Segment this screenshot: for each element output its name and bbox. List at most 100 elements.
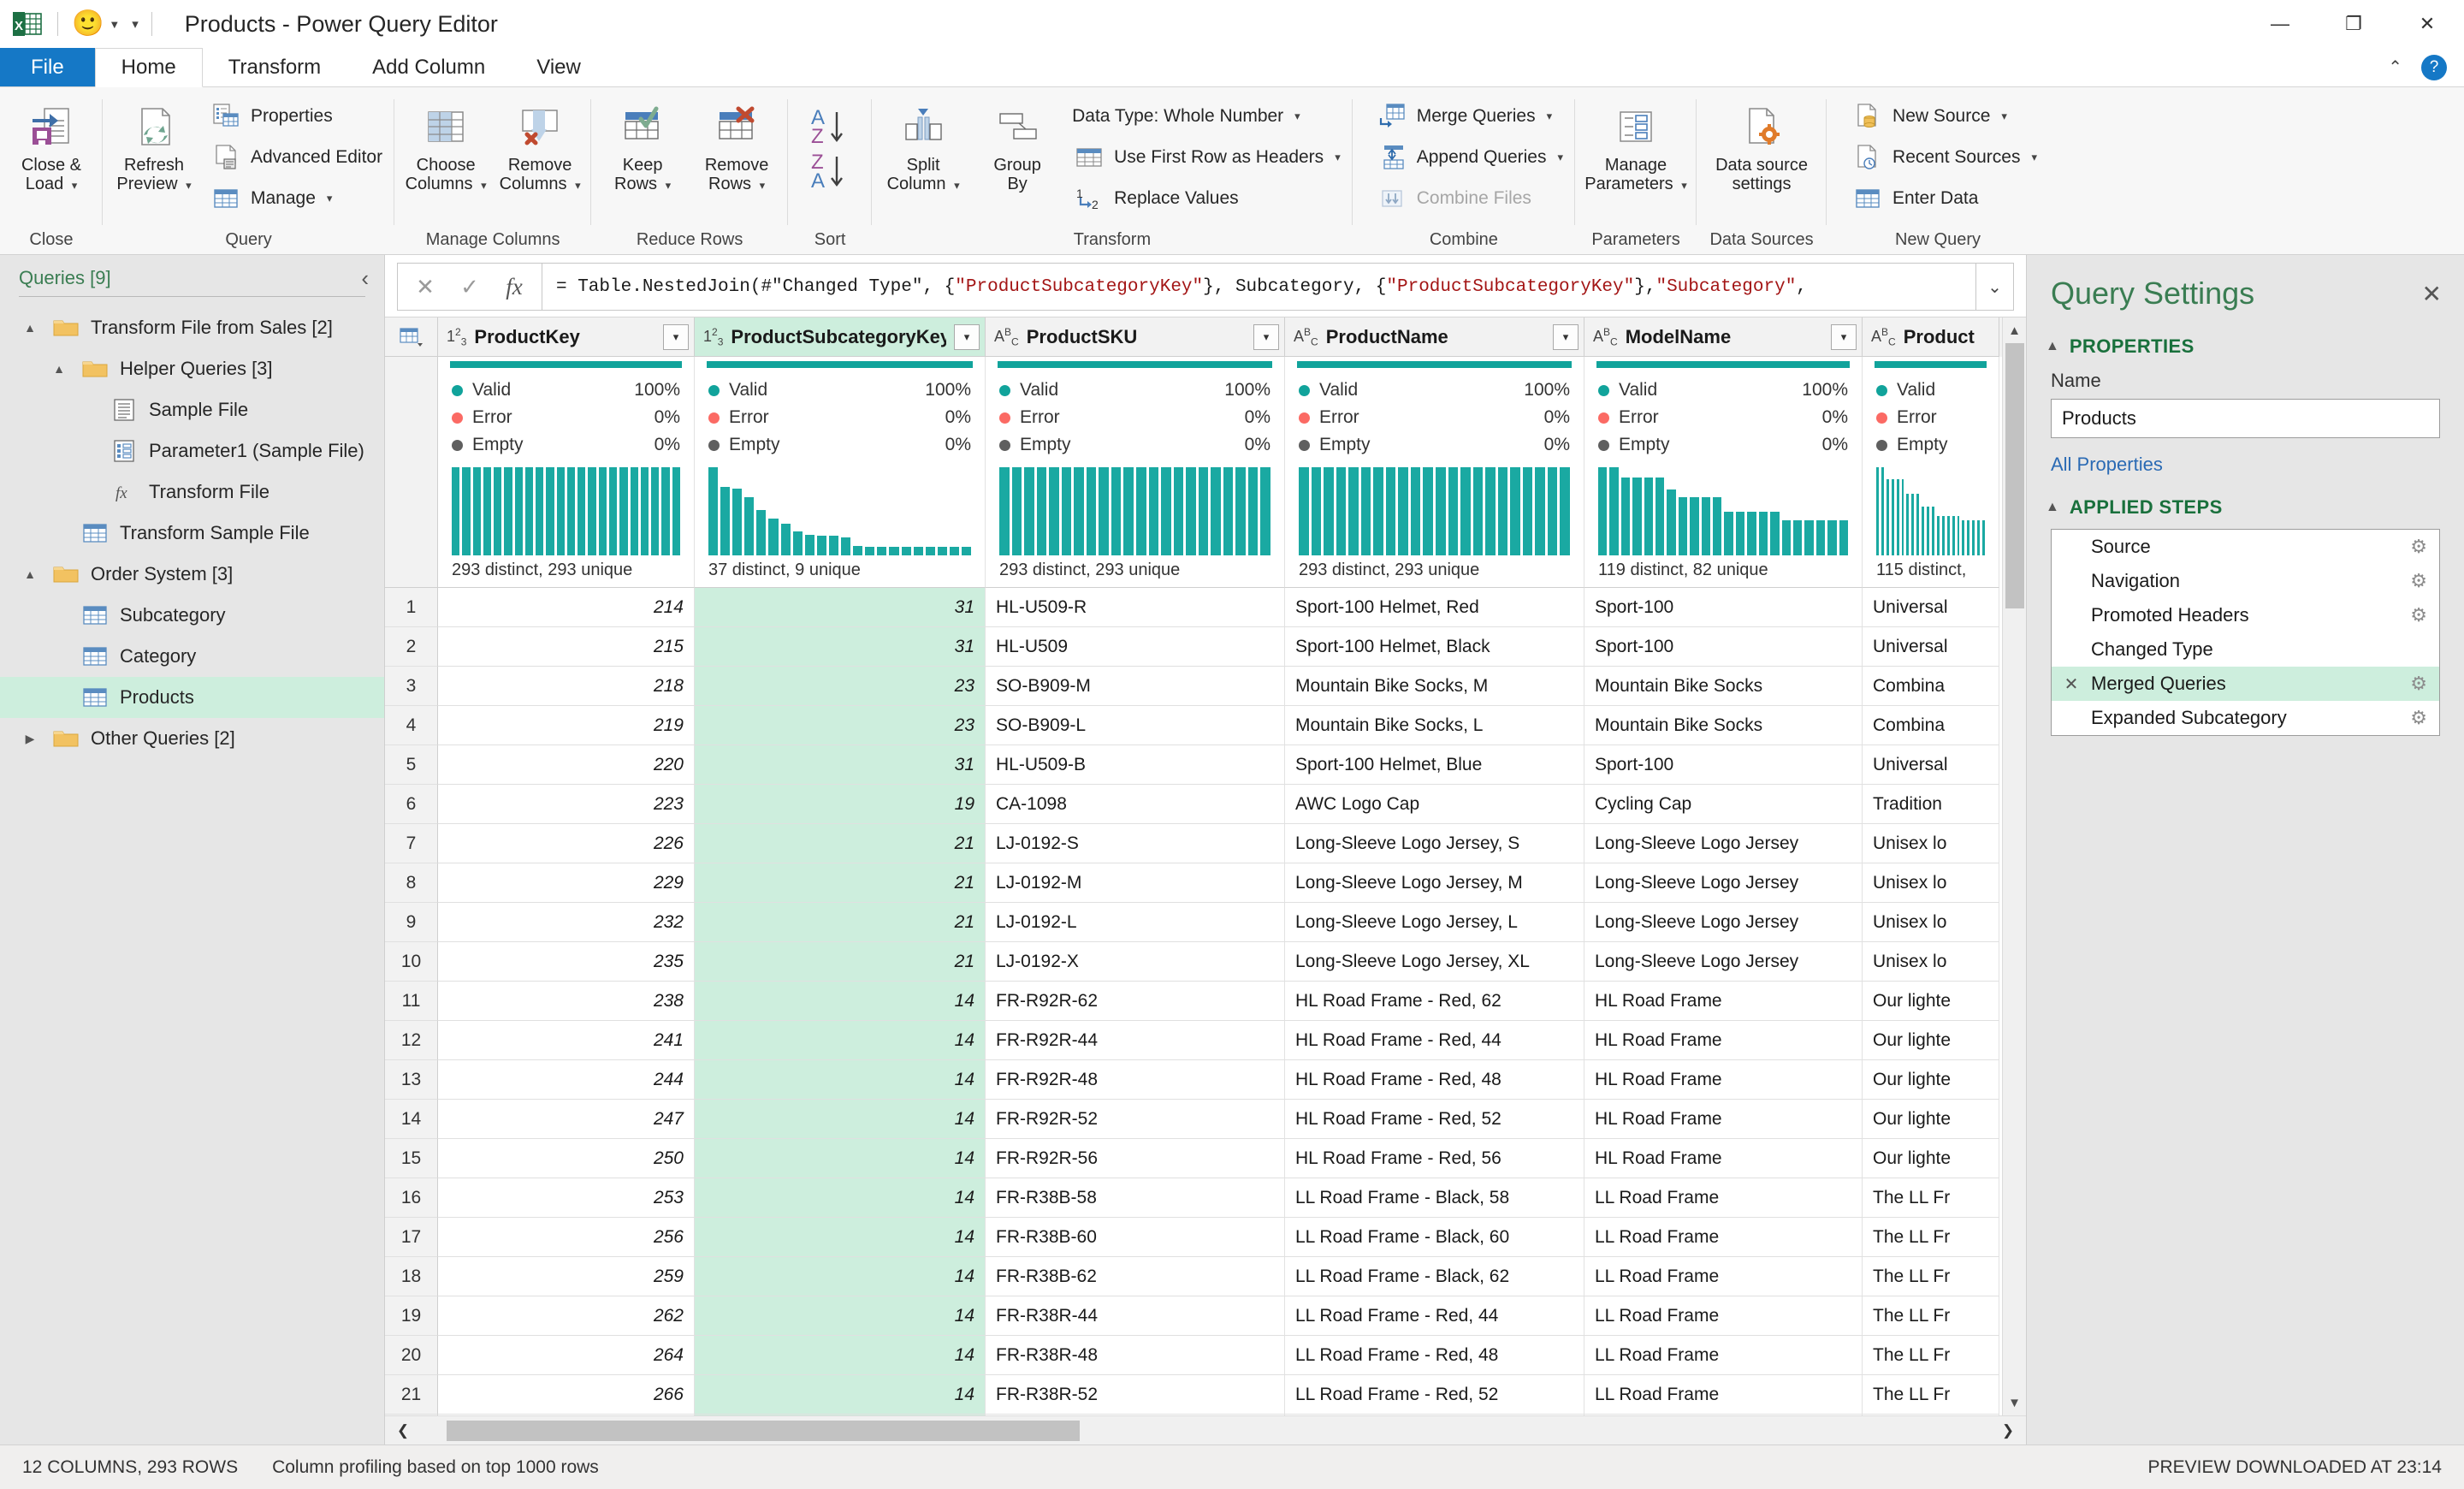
column-header[interactable]: ABCProductSKU▾ — [986, 317, 1285, 357]
append-queries-caret-icon[interactable]: ▾ — [1558, 151, 1564, 164]
column-profile[interactable]: Valid100%Error0%Empty0%293 distinct, 293… — [438, 357, 695, 588]
table-cell[interactable]: Long-Sleeve Logo Jersey — [1584, 863, 1863, 903]
table-cell[interactable]: 14 — [695, 1218, 986, 1257]
manage-parameters-button[interactable]: ManageParameters ▾ — [1580, 96, 1691, 199]
scroll-up-icon[interactable]: ▲ — [2003, 317, 2027, 343]
query-tree-item[interactable]: Subcategory — [0, 595, 384, 636]
row-number[interactable]: 6 — [385, 785, 438, 824]
vertical-scroll-track[interactable] — [2003, 343, 2027, 1390]
table-cell[interactable]: 14 — [695, 1178, 986, 1218]
table-cell[interactable]: 259 — [438, 1257, 695, 1296]
table-cell[interactable]: 14 — [695, 1336, 986, 1375]
refresh-preview-button[interactable]: RefreshPreview ▾ — [108, 96, 200, 199]
table-cell[interactable]: 23 — [695, 706, 986, 745]
properties-section-header[interactable]: ▲ PROPERTIES — [2027, 320, 2464, 361]
table-row[interactable]: 221531HL-U509Sport-100 Helmet, BlackSpor… — [385, 627, 2002, 667]
table-row[interactable]: 2126614FR-R38R-52LL Road Frame - Red, 52… — [385, 1375, 2002, 1415]
table-cell[interactable]: Sport-100 Helmet, Black — [1285, 627, 1584, 667]
table-cell[interactable]: 14 — [695, 1375, 986, 1415]
table-cell[interactable]: LL Road Frame - Red, 44 — [1285, 1296, 1584, 1336]
recent-sources-button[interactable]: Recent Sources ▾ — [1844, 137, 2044, 178]
query-tree-item[interactable]: Products — [0, 677, 384, 718]
data-type-caret-icon[interactable]: ▾ — [1294, 110, 1300, 123]
table-cell[interactable]: 21 — [695, 942, 986, 982]
row-number[interactable]: 15 — [385, 1139, 438, 1178]
table-cell[interactable]: LL Road Frame - Black, 60 — [1285, 1218, 1584, 1257]
close-and-load-button[interactable]: Close &Load ▾ — [5, 96, 98, 199]
column-profile[interactable]: Valid100%Error0%Empty0%37 distinct, 9 un… — [695, 357, 986, 588]
table-cell[interactable]: Mountain Bike Socks — [1584, 667, 1863, 706]
row-number[interactable]: 19 — [385, 1296, 438, 1336]
query-tree-item[interactable]: Category — [0, 636, 384, 677]
table-cell[interactable]: HL Road Frame — [1584, 1021, 1863, 1060]
table-row[interactable]: 1725614FR-R38B-60LL Road Frame - Black, … — [385, 1218, 2002, 1257]
table-cell[interactable]: Long-Sleeve Logo Jersey — [1584, 903, 1863, 942]
row-number[interactable]: 14 — [385, 1100, 438, 1139]
select-all-table-icon[interactable] — [385, 317, 438, 357]
table-cell[interactable]: 21 — [695, 863, 986, 903]
table-cell[interactable]: 250 — [438, 1139, 695, 1178]
feedback-smiley-icon[interactable]: 🙂 — [72, 11, 104, 37]
applied-step[interactable]: ✕Merged Queries⚙ — [2052, 667, 2439, 701]
table-cell[interactable]: LJ-0192-M — [986, 863, 1285, 903]
column-header[interactable]: 123ProductKey▾ — [438, 317, 695, 357]
table-row[interactable]: 421923SO-B909-LMountain Bike Socks, LMou… — [385, 706, 2002, 745]
column-filter-dropdown-icon[interactable]: ▾ — [663, 324, 689, 350]
table-cell[interactable]: LL Road Frame — [1584, 1218, 1863, 1257]
table-row[interactable]: 1324414FR-R92R-48HL Road Frame - Red, 48… — [385, 1060, 2002, 1100]
table-row[interactable]: 1525014FR-R92R-56HL Road Frame - Red, 56… — [385, 1139, 2002, 1178]
table-cell[interactable]: Universal — [1863, 745, 1999, 785]
properties-button[interactable]: Properties — [202, 96, 389, 137]
query-tree-item[interactable]: ▶Other Queries [2] — [0, 718, 384, 759]
table-cell[interactable]: 262 — [438, 1296, 695, 1336]
choose-columns-button[interactable]: ChooseColumns ▾ — [400, 96, 492, 199]
vertical-scroll-thumb[interactable] — [2005, 343, 2024, 608]
table-cell[interactable]: Long-Sleeve Logo Jersey — [1584, 942, 1863, 982]
table-cell[interactable]: HL Road Frame - Red, 62 — [1285, 982, 1584, 1021]
table-cell[interactable]: Sport-100 Helmet, Red — [1285, 588, 1584, 627]
applied-steps-section-header[interactable]: ▲ APPLIED STEPS — [2027, 481, 2464, 522]
formula-fx-icon[interactable]: fx — [492, 264, 536, 310]
tree-twisty-icon[interactable]: ▲ — [19, 321, 41, 335]
table-cell[interactable]: 14 — [695, 1100, 986, 1139]
tab-add-column[interactable]: Add Column — [346, 48, 511, 86]
query-tree-item[interactable]: ▲Transform File from Sales [2] — [0, 307, 384, 348]
table-cell[interactable]: 220 — [438, 745, 695, 785]
tree-twisty-icon[interactable]: ▲ — [19, 567, 41, 581]
query-tree-item[interactable]: ▲Order System [3] — [0, 554, 384, 595]
horizontal-scroll-thumb[interactable] — [447, 1421, 1080, 1441]
maximize-button[interactable]: ❐ — [2317, 0, 2390, 48]
table-cell[interactable]: SO-B909-M — [986, 667, 1285, 706]
table-cell[interactable]: Our lighte — [1863, 1060, 1999, 1100]
gear-icon[interactable]: ⚙ — [2410, 673, 2427, 695]
row-number[interactable]: 2 — [385, 627, 438, 667]
manage-caret-icon[interactable]: ▾ — [327, 192, 333, 205]
table-cell[interactable]: FR-R38R-44 — [986, 1296, 1285, 1336]
gear-icon[interactable]: ⚙ — [2410, 536, 2427, 558]
table-cell[interactable]: FR-R92R-44 — [986, 1021, 1285, 1060]
split-column-button[interactable]: SplitColumn ▾ — [877, 96, 969, 199]
table-cell[interactable]: Our lighte — [1863, 1100, 1999, 1139]
gear-icon[interactable]: ⚙ — [2410, 570, 2427, 592]
column-header[interactable]: ABCProduct — [1863, 317, 1999, 357]
column-filter-dropdown-icon[interactable]: ▾ — [1553, 324, 1578, 350]
table-cell[interactable]: Combina — [1863, 667, 1999, 706]
table-cell[interactable]: 264 — [438, 1336, 695, 1375]
table-cell[interactable]: 31 — [695, 627, 986, 667]
row-number[interactable]: 12 — [385, 1021, 438, 1060]
column-profile[interactable]: ValidErrorEmpty115 distinct, — [1863, 357, 1999, 588]
table-cell[interactable]: AWC Logo Cap — [1285, 785, 1584, 824]
applied-step[interactable]: Expanded Subcategory⚙ — [2052, 701, 2439, 735]
table-row[interactable]: 1825914FR-R38B-62LL Road Frame - Black, … — [385, 1257, 2002, 1296]
combine-files-button[interactable]: Combine Files — [1368, 178, 1570, 219]
applied-step[interactable]: Navigation⚙ — [2052, 564, 2439, 598]
column-profile[interactable]: Valid100%Error0%Empty0%119 distinct, 82 … — [1584, 357, 1863, 588]
table-cell[interactable]: Our lighte — [1863, 982, 1999, 1021]
remove-rows-button[interactable]: RemoveRows ▾ — [690, 96, 783, 199]
row-number[interactable]: 7 — [385, 824, 438, 863]
row-number[interactable]: 11 — [385, 982, 438, 1021]
table-row[interactable]: 2026414FR-R38R-48LL Road Frame - Red, 48… — [385, 1336, 2002, 1375]
tab-transform[interactable]: Transform — [203, 48, 346, 86]
formula-expand-icon[interactable]: ⌄ — [1976, 263, 2014, 311]
row-number[interactable]: 8 — [385, 863, 438, 903]
